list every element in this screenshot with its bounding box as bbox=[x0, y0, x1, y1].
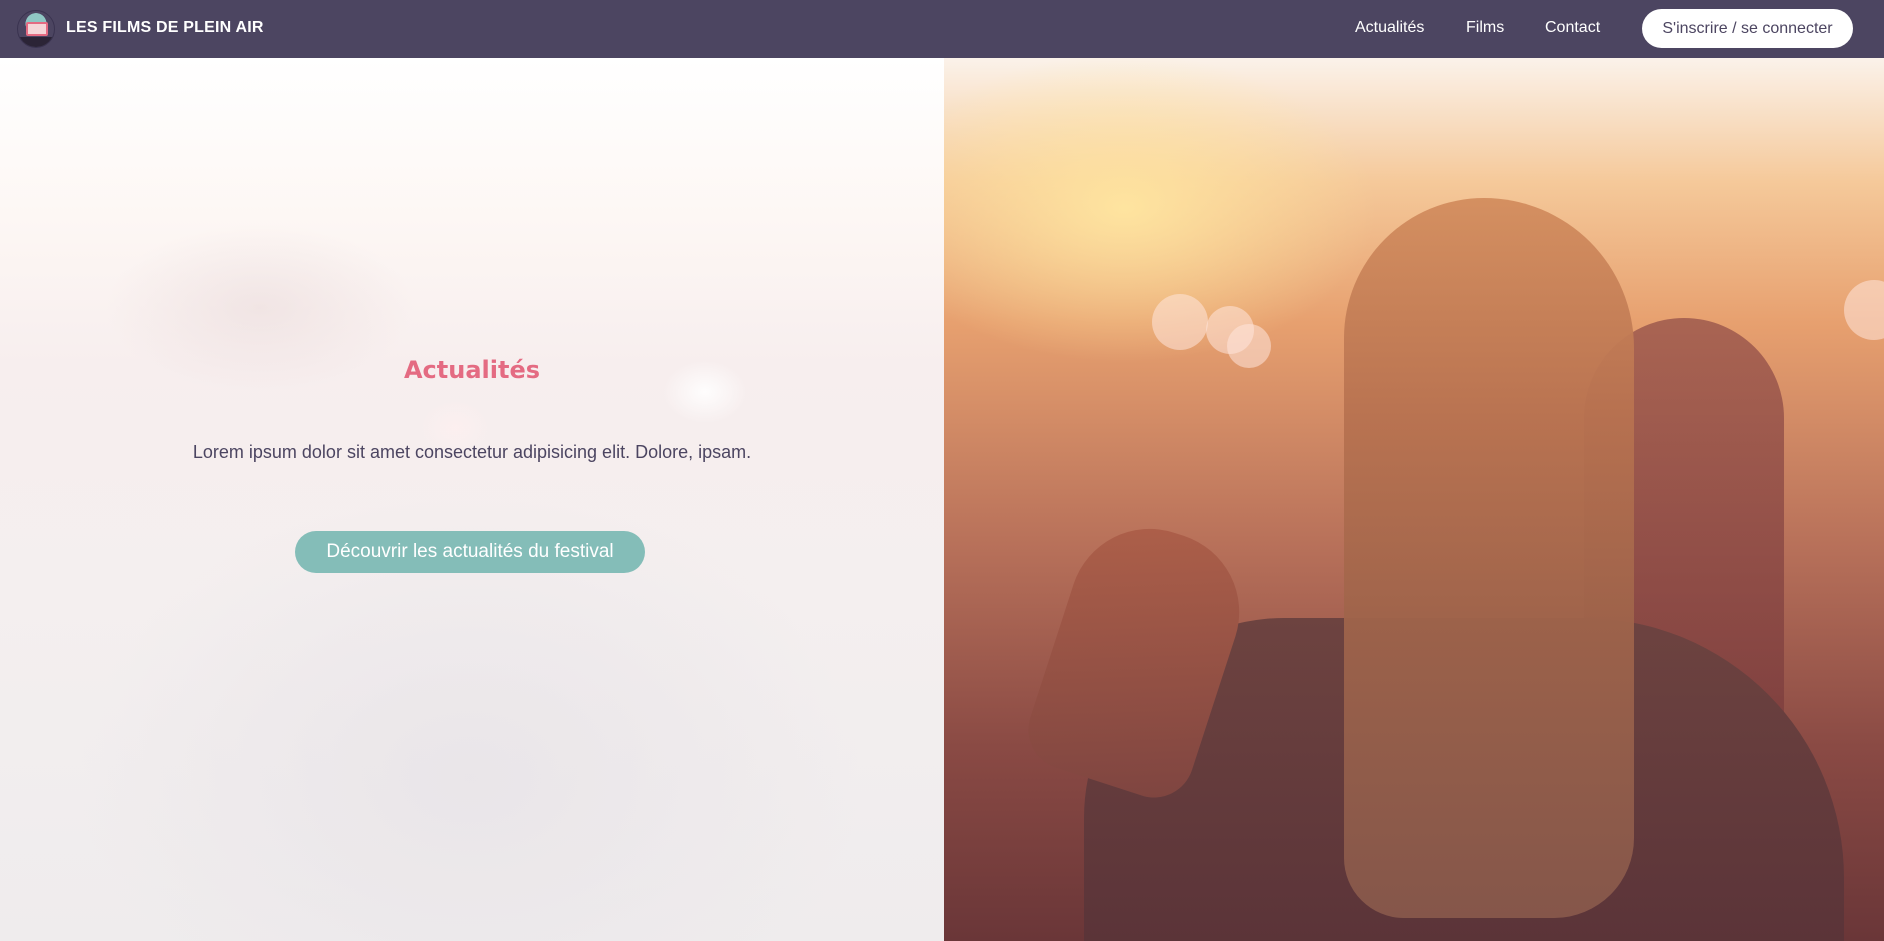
hero-left-panel: Actualités Lorem ipsum dolor sit amet co… bbox=[0, 58, 944, 941]
sunset-crowd-photo bbox=[944, 58, 1884, 941]
crowd-silhouette-shape bbox=[18, 37, 54, 47]
bokeh-light bbox=[1227, 324, 1271, 368]
signin-button[interactable]: S'inscrire / se connecter bbox=[1642, 9, 1853, 48]
nav-link-films[interactable]: Films bbox=[1466, 19, 1504, 37]
discover-news-button[interactable]: Découvrir les actualités du festival bbox=[295, 531, 645, 573]
hero-title: Actualités bbox=[403, 356, 541, 384]
hero-text: Lorem ipsum dolor sit amet consectetur a… bbox=[192, 442, 752, 462]
hair-shape bbox=[1344, 198, 1634, 918]
cinema-screen-shape bbox=[26, 22, 48, 36]
hero-section: Actualités Lorem ipsum dolor sit amet co… bbox=[0, 58, 1884, 941]
nav-link-contact[interactable]: Contact bbox=[1545, 19, 1600, 37]
top-navbar: LES FILMS DE PLEIN AIR Actualités Films … bbox=[0, 0, 1884, 58]
bokeh-light bbox=[1152, 294, 1208, 350]
bokeh-light bbox=[1844, 280, 1884, 340]
outdoor-cinema-logo-icon[interactable] bbox=[17, 10, 55, 48]
brand-name[interactable]: LES FILMS DE PLEIN AIR bbox=[66, 19, 264, 37]
nav-link-actualites[interactable]: Actualités bbox=[1355, 19, 1424, 37]
